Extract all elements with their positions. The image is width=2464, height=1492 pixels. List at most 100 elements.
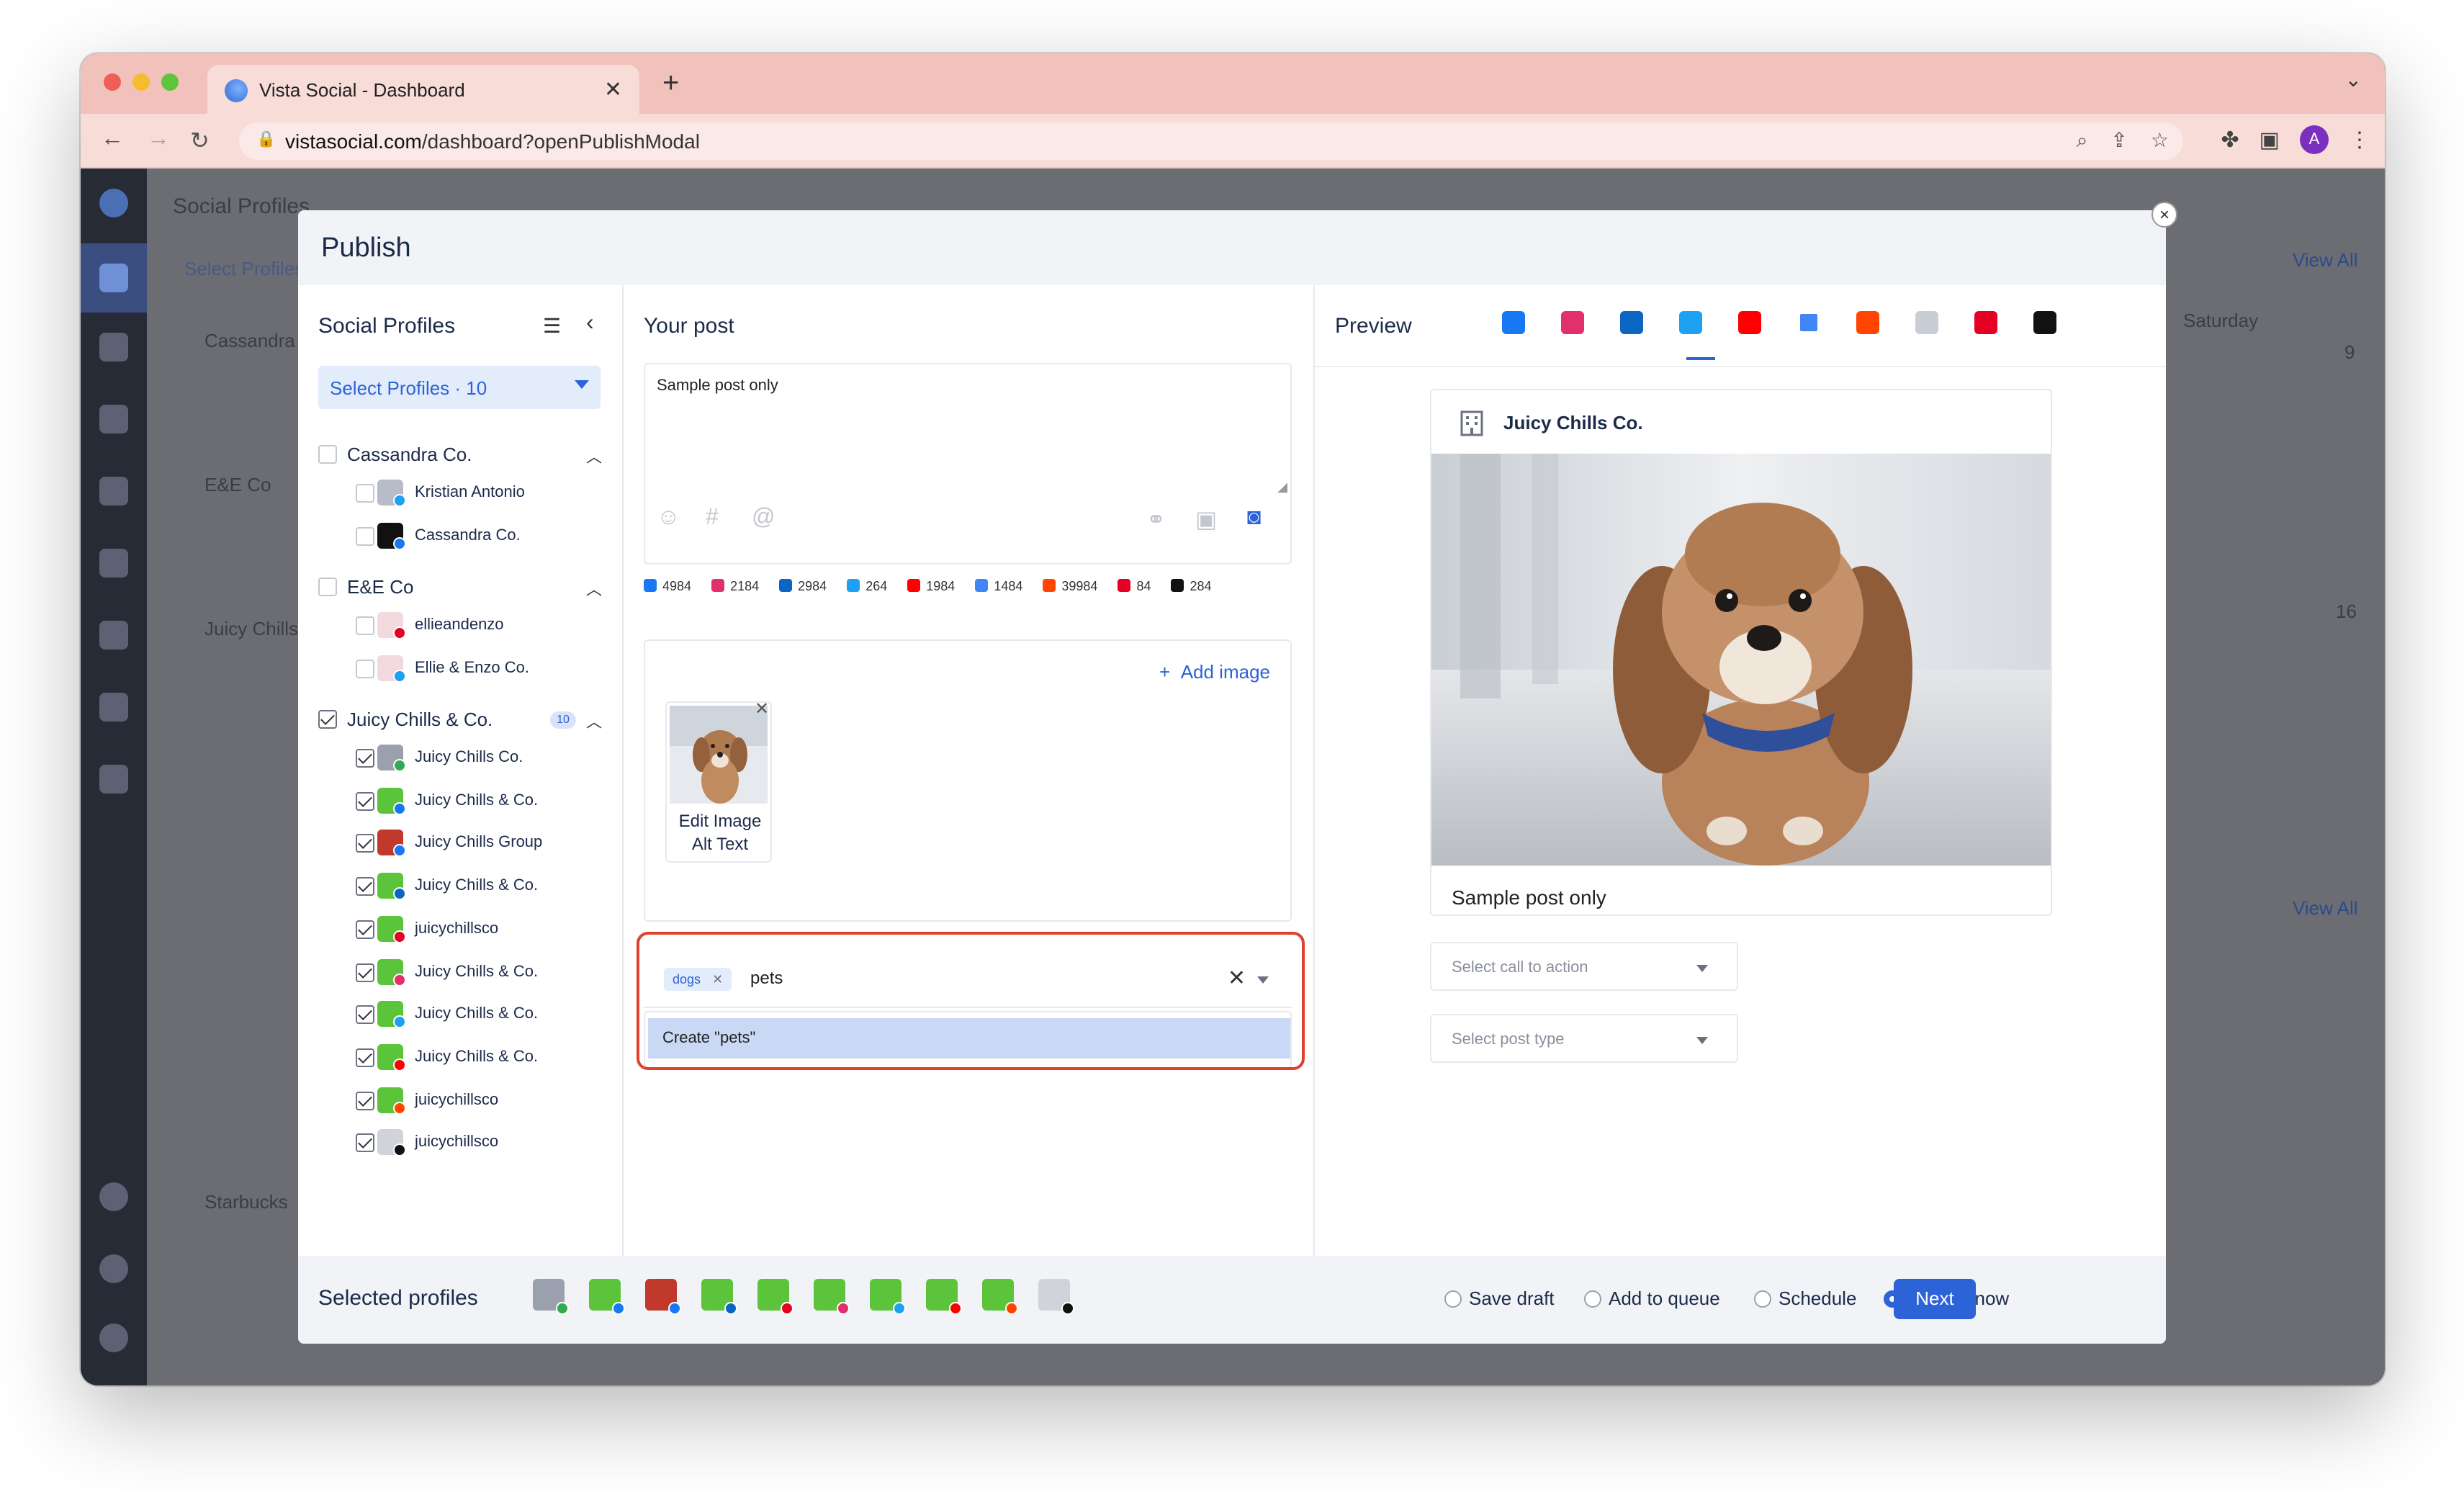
minimize-window-button[interactable] xyxy=(132,73,150,91)
post-type-select[interactable]: Select post type xyxy=(1430,1014,1738,1063)
add-image-button[interactable]: + Add image xyxy=(1159,661,1270,683)
reviews-icon[interactable] xyxy=(99,621,128,650)
call-to-action-select[interactable]: Select call to action xyxy=(1430,942,1738,991)
profile-checkbox[interactable] xyxy=(356,963,374,981)
close-tab-icon[interactable]: ✕ xyxy=(604,76,622,102)
save-draft-radio[interactable]: Save draft xyxy=(1444,1287,1555,1309)
post-text[interactable]: Sample post only xyxy=(657,377,778,395)
profile-checkbox[interactable] xyxy=(356,1133,374,1153)
collapse-panel-chevron-icon[interactable]: ‹ xyxy=(586,311,594,337)
profile-checkbox[interactable] xyxy=(356,1048,374,1067)
profile-row[interactable]: juicychillsco xyxy=(356,1085,601,1117)
profile-row[interactable]: ellieandenzo xyxy=(356,611,601,642)
filter-icon[interactable]: ☰ xyxy=(543,314,561,338)
profile-row[interactable]: Juicy Chills & Co. xyxy=(356,1043,601,1074)
profile-row[interactable]: juicychillsco xyxy=(356,1128,601,1160)
listening-icon[interactable] xyxy=(99,549,128,578)
tiktok-icon[interactable] xyxy=(2033,311,2056,334)
schedule-radio[interactable]: Schedule xyxy=(1754,1287,1856,1309)
side-panel-icon[interactable]: ▣ xyxy=(2260,127,2280,153)
browser-profile-avatar[interactable]: A xyxy=(2300,125,2329,154)
profile-row[interactable]: juicychillsco xyxy=(356,914,601,946)
video-icon[interactable]: ▣ xyxy=(1195,505,1217,534)
user-avatar[interactable] xyxy=(99,1324,128,1352)
twitter-icon[interactable] xyxy=(1679,311,1702,334)
pinterest-icon[interactable] xyxy=(1974,311,1997,334)
profile-row[interactable]: Juicy Chills Group xyxy=(356,829,601,860)
browser-menu-icon[interactable]: ⋮ xyxy=(2349,127,2370,153)
reload-icon[interactable]: ↻ xyxy=(190,127,210,156)
vimeo-icon[interactable] xyxy=(1915,311,1938,334)
profile-row[interactable]: Cassandra Co. xyxy=(356,521,601,552)
home-icon[interactable] xyxy=(99,264,128,292)
calendar-icon[interactable] xyxy=(99,405,128,433)
selected-profile-avatar[interactable] xyxy=(870,1279,906,1315)
selected-profile-avatar[interactable] xyxy=(645,1279,681,1315)
selected-profile-avatar[interactable] xyxy=(589,1279,625,1315)
selected-profile-avatar[interactable] xyxy=(757,1279,793,1315)
profile-checkbox[interactable] xyxy=(356,1091,374,1110)
selected-profile-avatar[interactable] xyxy=(926,1279,962,1315)
group-checkbox[interactable] xyxy=(318,710,337,729)
profile-checkbox[interactable] xyxy=(356,749,374,768)
linkedin-icon[interactable] xyxy=(1620,311,1643,334)
group-collapse-chevron-icon[interactable]: ︿ xyxy=(586,578,602,601)
extensions-puzzle-icon[interactable]: ✤ xyxy=(2221,127,2239,153)
reddit-icon[interactable] xyxy=(1856,311,1879,334)
emoji-icon[interactable]: ☺ xyxy=(657,505,680,531)
select-profiles-dropdown[interactable]: Select Profiles · 10 xyxy=(318,366,601,409)
profile-row[interactable]: Juicy Chills & Co. xyxy=(356,871,601,903)
zoom-search-icon[interactable]: ⌕ xyxy=(2077,128,2088,153)
profile-checkbox[interactable] xyxy=(356,1005,374,1025)
camera-icon[interactable]: ◙ xyxy=(1247,505,1261,531)
profile-row[interactable]: Juicy Chills & Co. xyxy=(356,999,601,1031)
profile-row[interactable]: Juicy Chills & Co. xyxy=(356,957,601,989)
share-icon[interactable]: ⇪ xyxy=(2110,128,2127,153)
tab-list-chevron-icon[interactable]: ⌄ xyxy=(2345,68,2362,92)
post-text-editor[interactable]: Sample post only ☺ # @ ⚭ ▣ ◙ ◢ xyxy=(644,363,1292,565)
inbox-icon[interactable] xyxy=(99,477,128,505)
back-arrow-icon[interactable]: ← xyxy=(101,127,124,153)
profile-checkbox[interactable] xyxy=(356,659,374,678)
profile-checkbox[interactable] xyxy=(356,877,374,896)
profile-checkbox[interactable] xyxy=(356,920,374,939)
dog-thumbnail-image[interactable] xyxy=(670,706,768,804)
profile-row[interactable]: Ellie & Enzo Co. xyxy=(356,653,601,685)
selected-profile-avatar[interactable] xyxy=(1038,1279,1074,1315)
url-field[interactable]: 🔒 vistasocial.com/dashboard?openPublishM… xyxy=(239,122,2183,160)
new-tab-icon[interactable]: + xyxy=(662,68,679,101)
profile-row[interactable]: Kristian Antonio xyxy=(356,478,601,510)
profile-checkbox[interactable] xyxy=(356,616,374,635)
reports-icon[interactable] xyxy=(99,765,128,794)
group-checkbox[interactable] xyxy=(318,445,337,464)
profile-row[interactable]: Juicy Chills Co. xyxy=(356,743,601,775)
pin-icon[interactable] xyxy=(99,693,128,722)
zoom-window-button[interactable] xyxy=(161,73,179,91)
add-to-queue-radio[interactable]: Add to queue xyxy=(1584,1287,1720,1309)
group-collapse-chevron-icon[interactable]: ︿ xyxy=(586,445,602,468)
selected-profile-avatar[interactable] xyxy=(814,1279,850,1315)
remove-image-icon[interactable]: ✕ xyxy=(755,698,769,719)
forward-arrow-icon[interactable]: → xyxy=(147,127,170,153)
help-icon[interactable] xyxy=(99,1254,128,1283)
close-window-button[interactable] xyxy=(104,73,121,91)
profile-row[interactable]: Juicy Chills & Co. xyxy=(356,786,601,817)
facebook-icon[interactable] xyxy=(1502,311,1525,334)
profile-checkbox[interactable] xyxy=(356,526,374,546)
mention-icon[interactable]: @ xyxy=(752,505,775,531)
close-modal-icon[interactable]: × xyxy=(2151,202,2177,228)
group-collapse-chevron-icon[interactable]: ︿ xyxy=(586,710,602,733)
edit-alt-text-button[interactable]: Edit Image Alt Text xyxy=(667,809,773,855)
selected-profile-avatar[interactable] xyxy=(982,1279,1018,1315)
instagram-icon[interactable] xyxy=(1561,311,1584,334)
bookmark-star-icon[interactable]: ☆ xyxy=(2151,128,2169,153)
browser-tab[interactable]: Vista Social - Dashboard ✕ xyxy=(207,65,639,114)
google-icon[interactable] xyxy=(1797,311,1820,334)
profile-checkbox[interactable] xyxy=(356,834,374,853)
profile-checkbox[interactable] xyxy=(356,791,374,811)
next-button[interactable]: Next xyxy=(1894,1279,1976,1319)
youtube-icon[interactable] xyxy=(1738,311,1761,334)
profile-checkbox[interactable] xyxy=(356,484,374,503)
send-icon[interactable] xyxy=(99,333,128,361)
selected-profile-avatar[interactable] xyxy=(533,1279,569,1315)
